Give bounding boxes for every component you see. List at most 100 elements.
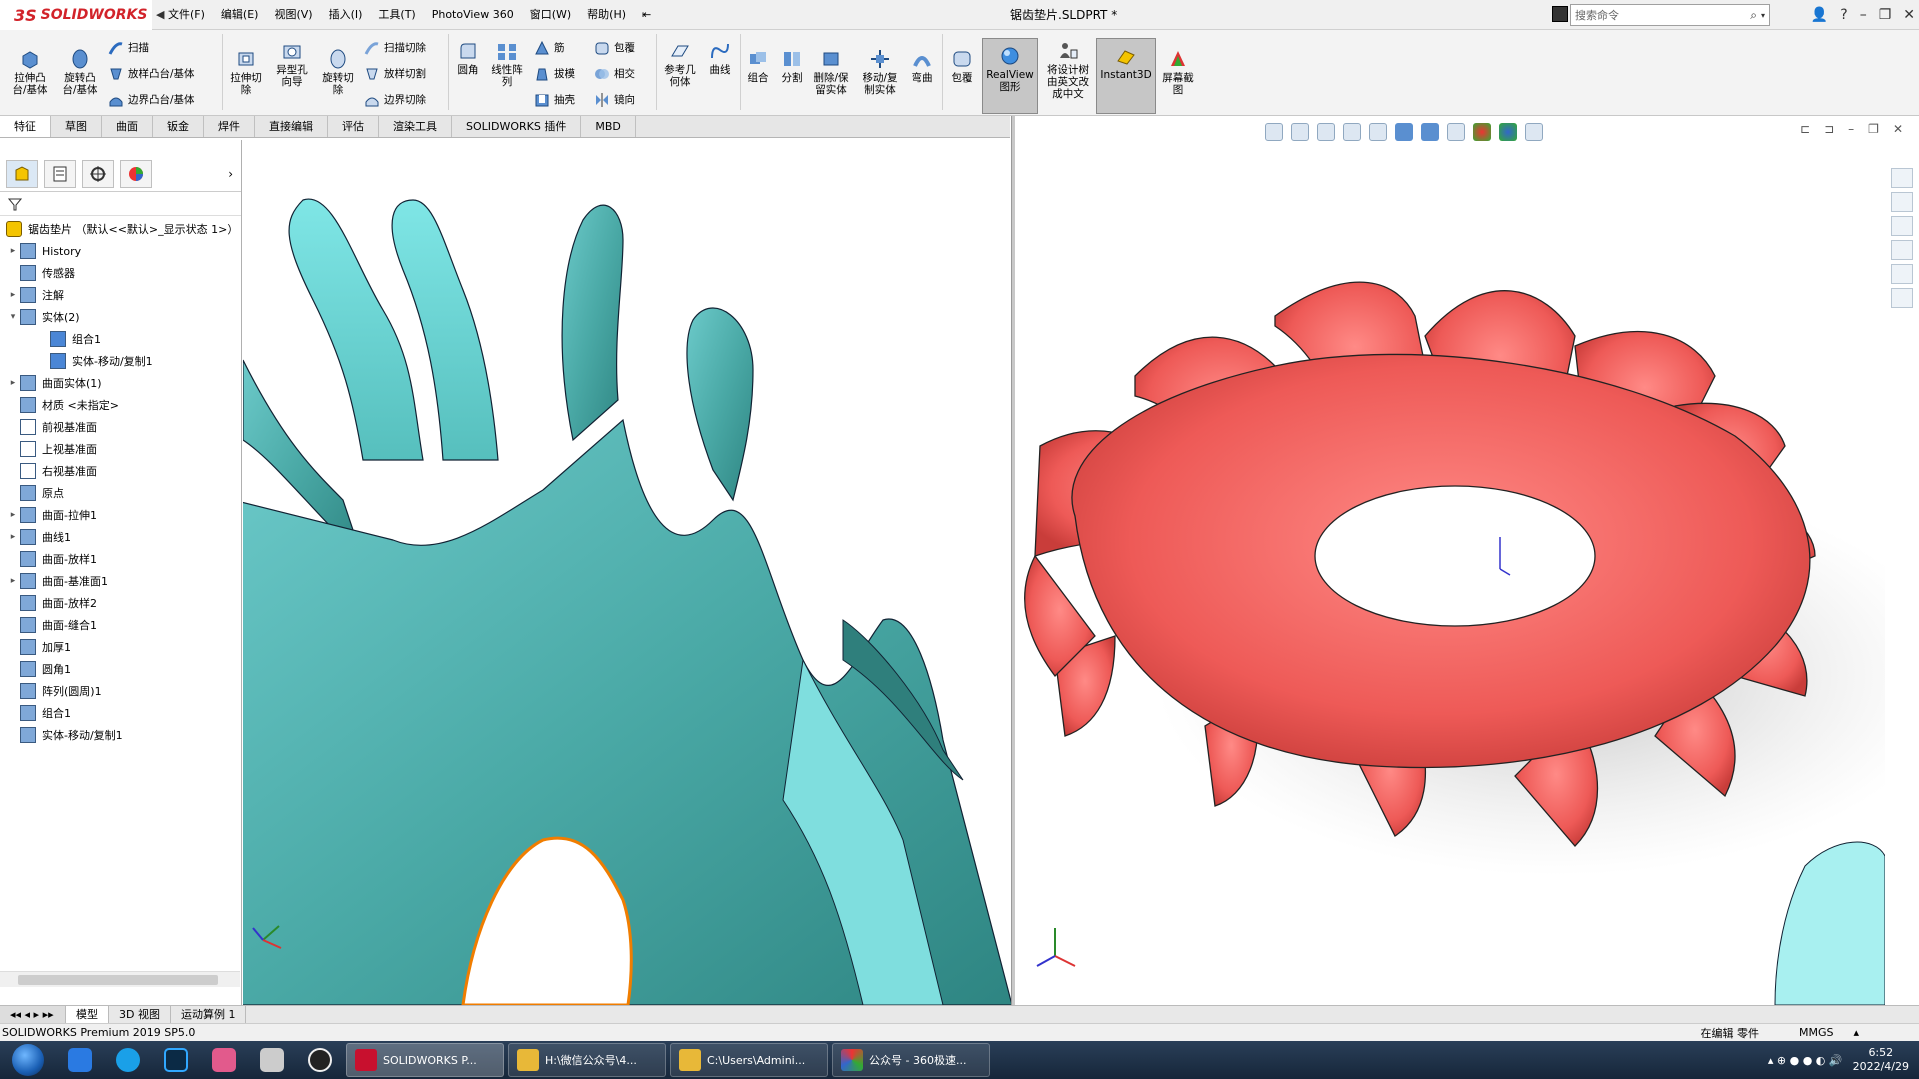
expand-arrow-icon[interactable]: ▸	[6, 246, 20, 256]
tree-item[interactable]: 传感器	[0, 262, 241, 284]
command-manager-icon[interactable]	[1552, 6, 1568, 22]
fillet-button[interactable]: 圆角	[452, 40, 484, 76]
extrude-cut-button[interactable]: 拉伸切 除	[226, 48, 266, 96]
revolve-boss-button[interactable]: 旋转凸 台/基体	[58, 48, 102, 96]
tray-icons[interactable]: ▴ ⊕ ● ● ◐ 🔊	[1768, 1054, 1843, 1067]
split-button[interactable]: 分割	[776, 48, 808, 84]
taskbar-browser-icon[interactable]	[107, 1043, 149, 1077]
taskbar-window-button[interactable]: H:\微信公众号\4...	[508, 1043, 666, 1077]
tab-features[interactable]: 特征	[0, 116, 51, 137]
intersect-button[interactable]: 相交	[594, 66, 635, 82]
help-icon[interactable]: ?	[1840, 7, 1847, 23]
tree-item[interactable]: ▸ 注解	[0, 284, 241, 306]
custom-properties-icon[interactable]	[1891, 288, 1913, 308]
file-explorer-icon[interactable]	[1891, 216, 1913, 236]
tree-item[interactable]: 材质 <未指定>	[0, 394, 241, 416]
reference-geometry-button[interactable]: 参考几 何体	[660, 40, 700, 88]
configuration-manager-tab-icon[interactable]	[82, 159, 114, 188]
delete-keep-body-button[interactable]: 删除/保 留实体	[810, 48, 852, 96]
boundary-cut-button[interactable]: 边界切除	[364, 92, 426, 108]
tree-root[interactable]: 锯齿垫片 （默认<<默认>_显示状态 1>）	[0, 218, 241, 240]
taskbar-obs-icon[interactable]	[299, 1043, 341, 1077]
shell-button[interactable]: 抽壳	[534, 92, 575, 108]
tree-item[interactable]: 阵列(圆周)1	[0, 680, 241, 702]
tree-item[interactable]: 上视基准面	[0, 438, 241, 460]
menu-view[interactable]: 视图(V)	[266, 0, 320, 30]
boundary-boss-button[interactable]: 边界凸台/基体	[108, 92, 195, 108]
collapse-arrow-icon[interactable]: ▾	[6, 312, 20, 322]
move-copy-body-button[interactable]: 移动/复 制实体	[858, 48, 902, 96]
instant3d-button[interactable]: Instant3D	[1096, 38, 1156, 114]
clock[interactable]: 6:52 2022/4/29	[1853, 1046, 1909, 1074]
tree-item[interactable]: 曲面-放样1	[0, 548, 241, 570]
combine-button[interactable]: 组合	[742, 48, 774, 84]
user-icon[interactable]: 👤	[1811, 7, 1828, 23]
tab-weldments[interactable]: 焊件	[204, 116, 255, 137]
flex-button[interactable]: 弯曲	[906, 48, 938, 84]
tab-motion-study[interactable]: 运动算例 1	[171, 1006, 247, 1023]
solidworks-logo[interactable]: 3S SOLIDWORKS	[0, 0, 152, 30]
tree-item[interactable]: 组合1	[0, 702, 241, 724]
tab-3d-view[interactable]: 3D 视图	[109, 1006, 171, 1023]
tab-surfaces[interactable]: 曲面	[102, 116, 153, 137]
restore-icon[interactable]: ❐	[1879, 7, 1892, 23]
expand-arrow-icon[interactable]: ▸	[6, 532, 20, 542]
solidworks-resources-icon[interactable]	[1891, 168, 1913, 188]
tab-mbd[interactable]: MBD	[581, 116, 636, 137]
view-palette-icon[interactable]	[1891, 240, 1913, 260]
hole-wizard-button[interactable]: 异型孔 向导	[272, 40, 312, 88]
sweep-button[interactable]: 扫描	[108, 40, 149, 56]
draft-button[interactable]: 拔模	[534, 66, 575, 82]
tree-item[interactable]: 实体-移动/复制1	[0, 724, 241, 746]
nav-arrows-icon[interactable]: ◂◂ ◂ ▸ ▸▸	[0, 1006, 66, 1023]
tab-sketch[interactable]: 草图	[51, 116, 102, 137]
lofted-cut-button[interactable]: 放样切割	[364, 66, 426, 82]
taskbar-window-button[interactable]: SOLIDWORKS P...	[346, 1043, 504, 1077]
graphics-viewport-left[interactable]	[243, 140, 1012, 1005]
tab-sheet-metal[interactable]: 钣金	[153, 116, 204, 137]
tree-item[interactable]: ▸ 曲线1	[0, 526, 241, 548]
feature-tree-tab-icon[interactable]	[6, 159, 38, 188]
taskbar-tool-icon[interactable]	[251, 1043, 293, 1077]
search-dropdown-icon[interactable]: ▾	[1761, 11, 1769, 20]
tree-item[interactable]: 右视基准面	[0, 460, 241, 482]
panel-expand-icon[interactable]: ›	[228, 167, 233, 181]
extrude-boss-button[interactable]: 拉伸凸 台/基体	[8, 48, 52, 96]
menu-file[interactable]: 文件(F)	[160, 0, 213, 30]
swept-cut-button[interactable]: 扫描切除	[364, 40, 426, 56]
linear-pattern-button[interactable]: 线性阵 列	[486, 40, 528, 88]
taskbar-window-button[interactable]: C:\Users\Admini...	[670, 1043, 828, 1077]
start-button[interactable]	[0, 1041, 56, 1079]
graphics-viewport-right[interactable]: ⊏ ⊐ – ❐ ✕	[1015, 116, 1919, 1005]
status-units[interactable]: MMGS	[1779, 1026, 1854, 1039]
wrap2-button[interactable]: 包覆	[946, 48, 978, 84]
tree-item[interactable]: 组合1	[0, 328, 241, 350]
menu-help[interactable]: 帮助(H)	[579, 0, 634, 30]
tab-direct-editing[interactable]: 直接编辑	[255, 116, 328, 137]
expand-arrow-icon[interactable]: ▸	[6, 576, 20, 586]
tree-item[interactable]: ▸ 曲面-拉伸1	[0, 504, 241, 526]
minimize-icon[interactable]: –	[1860, 7, 1867, 23]
menu-edit[interactable]: 编辑(E)	[213, 0, 267, 30]
menu-insert[interactable]: 插入(I)	[321, 0, 371, 30]
display-manager-tab-icon[interactable]	[120, 159, 152, 188]
tab-evaluate[interactable]: 评估	[328, 116, 379, 137]
tree-item[interactable]: 圆角1	[0, 658, 241, 680]
tree-item[interactable]: 加厚1	[0, 636, 241, 658]
close-icon[interactable]: ✕	[1903, 7, 1915, 23]
tree-item[interactable]: ▸ 曲面实体(1)	[0, 372, 241, 394]
realview-button[interactable]: RealView 图形	[982, 38, 1038, 114]
tree-item[interactable]: 前视基准面	[0, 416, 241, 438]
appearances-icon[interactable]	[1891, 264, 1913, 284]
units-dropdown-icon[interactable]: ▴	[1853, 1026, 1919, 1039]
design-library-icon[interactable]	[1891, 192, 1913, 212]
tree-item[interactable]: 原点	[0, 482, 241, 504]
scrollbar-thumb[interactable]	[18, 975, 218, 985]
tab-model[interactable]: 模型	[66, 1006, 109, 1023]
expand-arrow-icon[interactable]: ▸	[6, 510, 20, 520]
search-box[interactable]: 搜索命令 ⌕ ▾	[1570, 4, 1770, 26]
property-manager-tab-icon[interactable]	[44, 159, 76, 188]
expand-arrow-icon[interactable]: ▸	[6, 378, 20, 388]
tab-render-tools[interactable]: 渲染工具	[379, 116, 452, 137]
curves-button[interactable]: 曲线	[704, 40, 736, 76]
